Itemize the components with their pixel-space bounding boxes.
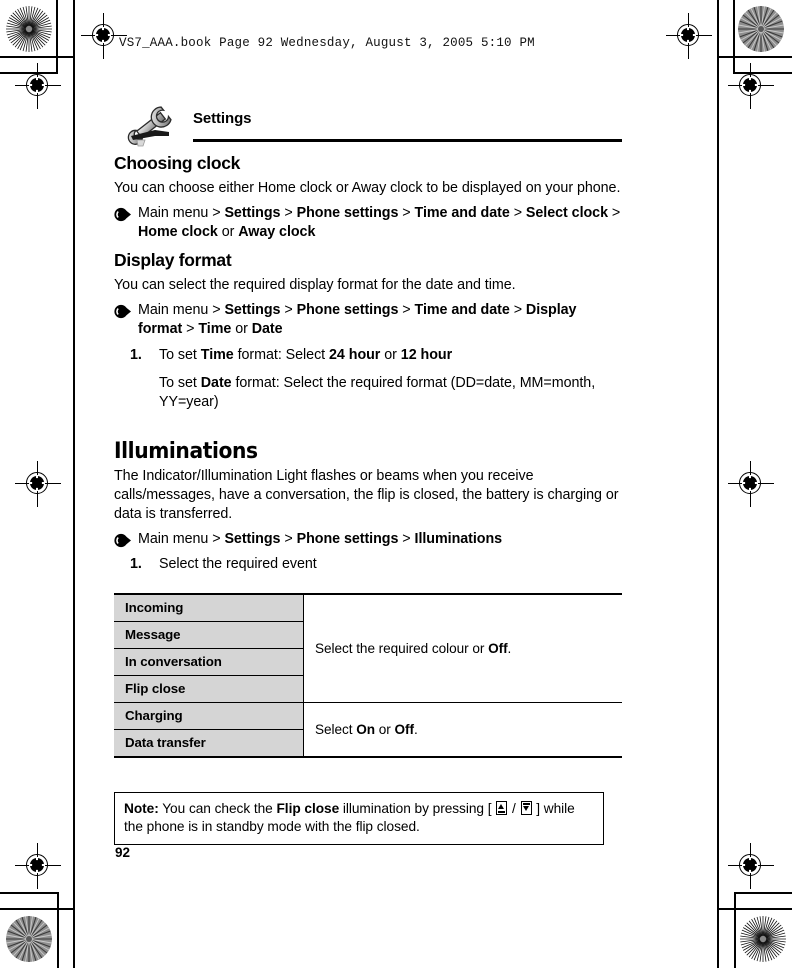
step-number: 1.: [130, 556, 142, 573]
arrow-bullet-icon: [114, 206, 131, 223]
registration-target-lower-left: [15, 843, 61, 889]
note-label: Note:: [124, 800, 159, 816]
table-cell-action-description: Select On or Off.: [303, 702, 622, 758]
chapter-rule: [193, 139, 622, 142]
table-row: Incoming Select the required colour or Of…: [114, 592, 622, 703]
section-body-illuminations: The Indicator/Illumination Light flashes…: [114, 468, 619, 523]
page-content: Settings Choosing clock You can choose e…: [114, 96, 622, 846]
registration-starburst-topleft: [6, 6, 52, 52]
registration-target-mid-right: [728, 461, 774, 507]
trim-line-tr-v: [717, 0, 719, 56]
section-heading-choosing-clock: Choosing clock: [114, 153, 241, 173]
registration-starburst-bottomleft: [6, 916, 52, 962]
trim-line-br-v: [734, 892, 736, 968]
trim-line-br-h: [734, 892, 792, 894]
table-cell-event-label: In conversation: [114, 648, 304, 676]
trim-line-tr-h: [717, 56, 792, 58]
page-edge-line-left: [73, 56, 75, 908]
illuminations-table-body: Incoming Select the required colour or Of…: [114, 592, 622, 758]
table-cell-action-description: Select the required colour or Off.: [303, 592, 622, 703]
trim-line-tr-v2: [733, 0, 735, 72]
arrow-bullet-icon: [114, 303, 131, 320]
registration-target-upper-left: [15, 63, 61, 109]
print-header-text: VS7_AAA.book Page 92 Wednesday, August 3…: [119, 36, 535, 50]
trim-line-bl-h: [0, 892, 58, 894]
trim-line-bl-v2: [73, 908, 75, 968]
step-item-1-substep: To set Date format: Select the required …: [159, 375, 596, 411]
step-number: 1.: [130, 346, 142, 363]
table-cell-event-label: Data transfer: [114, 729, 304, 758]
menu-path-text: Main menu > Settings > Phone settings > …: [138, 204, 621, 241]
trim-line-br-h2: [717, 908, 792, 910]
trim-line-bl-h2: [0, 908, 75, 910]
page-number: 92: [115, 845, 131, 860]
trim-line-br-v2: [717, 908, 719, 968]
registration-starburst-topright: [738, 6, 784, 52]
registration-target-lower-right: [728, 843, 774, 889]
step-text: To set Time format: Select 24 hour or 12…: [159, 346, 453, 363]
step-item-1-illuminations: 1. Select the required event: [114, 555, 622, 574]
trim-line-bl-v: [57, 892, 59, 968]
side-key-up-icon: [496, 800, 508, 815]
side-key-down-icon: [520, 800, 532, 815]
section-body-display-format: You can select the required display form…: [114, 276, 516, 293]
menu-path-text: Main menu > Settings > Phone settings > …: [138, 530, 503, 547]
registration-starburst-bottomright: [740, 916, 786, 962]
registration-target-topright: [666, 13, 712, 59]
menu-path-illuminations: Main menu > Settings > Phone settings > …: [114, 530, 622, 549]
table-cell-event-label: Charging: [114, 702, 304, 730]
table-cell-event-label: Flip close: [114, 675, 304, 703]
step-text: Select the required event: [159, 556, 317, 573]
wrench-icon: [125, 96, 183, 148]
trim-line-tl-v: [73, 0, 75, 56]
registration-target-mid-left: [15, 461, 61, 507]
page-edge-line-right: [717, 56, 719, 908]
note-text: You can check the Flip close illuminatio…: [124, 800, 575, 835]
section-heading-display-format: Display format: [114, 249, 232, 270]
table-row: Charging Select On or Off.: [114, 702, 622, 758]
trim-line-tl-h: [0, 56, 74, 58]
section-body-choosing-clock: You can choose either Home clock or Away…: [114, 180, 621, 197]
table-cell-event-label: Message: [114, 621, 304, 649]
illuminations-table: Incoming Select the required colour or Of…: [114, 592, 622, 758]
arrow-bullet-icon: [114, 532, 131, 549]
note-box: Note: You can check the Flip close illum…: [114, 791, 604, 846]
chapter-title: Settings: [193, 110, 252, 127]
trim-line-tl-v2: [56, 0, 58, 72]
section-heading-illuminations: Illuminations: [114, 437, 258, 464]
menu-path-text: Main menu > Settings > Phone settings > …: [138, 301, 577, 338]
step-item-1-display-format: 1. To set Time format: Select 24 hour or…: [114, 346, 622, 365]
chapter-header: Settings: [114, 96, 622, 148]
menu-path-choosing-clock: Main menu > Settings > Phone settings > …: [114, 204, 622, 243]
registration-target-upper-right: [728, 63, 774, 109]
table-cell-event-label: Incoming: [114, 592, 304, 622]
menu-path-display-format: Main menu > Settings > Phone settings > …: [114, 301, 622, 340]
